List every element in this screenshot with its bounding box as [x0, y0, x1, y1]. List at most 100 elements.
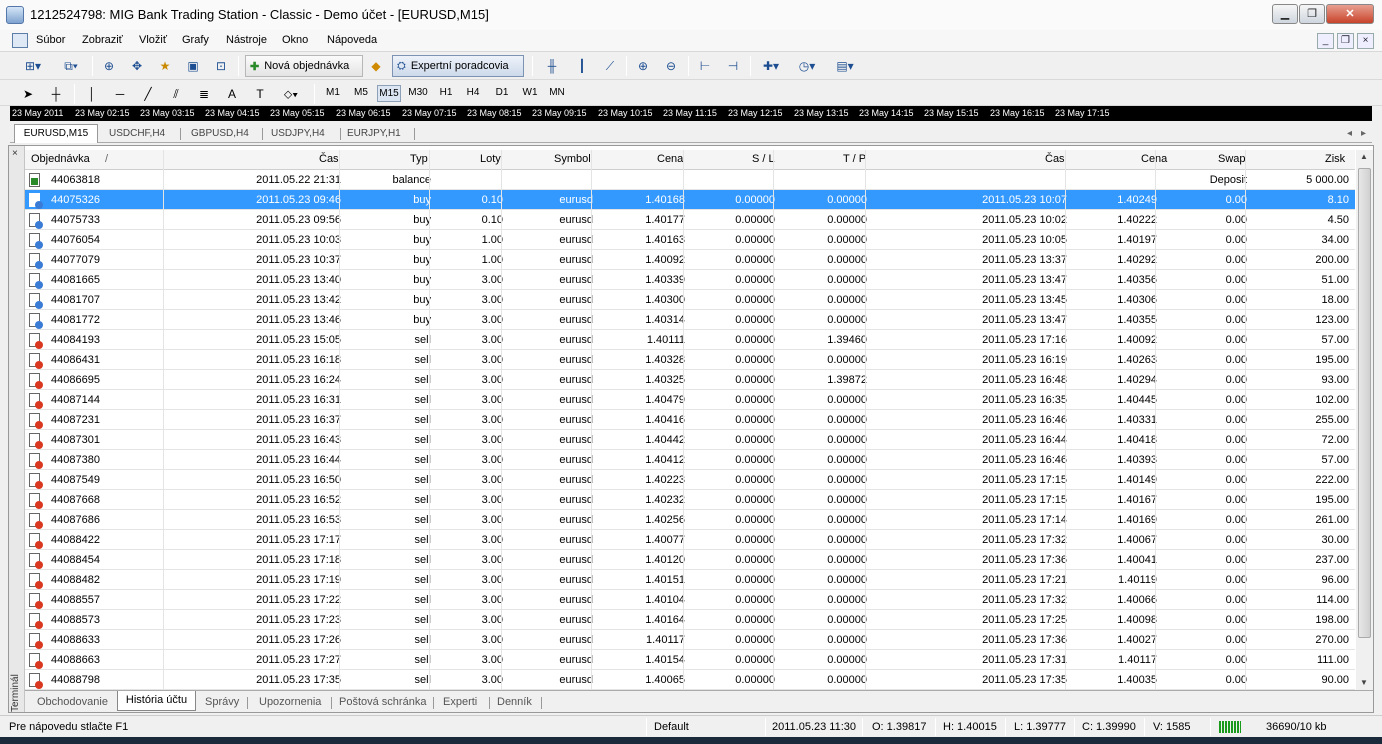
column-header-symbol[interactable]: Symbol: [554, 153, 591, 165]
profiles-icon[interactable]: ⧉▾: [56, 56, 86, 76]
scrollbar-thumb[interactable]: [1358, 168, 1371, 638]
cursor-icon[interactable]: ➤: [18, 84, 38, 104]
line-chart-icon[interactable]: ⟋: [598, 56, 622, 76]
tab-scroll-left-icon[interactable]: ◂: [1344, 126, 1355, 142]
terminal-close-icon[interactable]: ×: [12, 148, 18, 159]
menu-charts[interactable]: Grafy: [182, 34, 209, 46]
timeframe-d1[interactable]: D1: [491, 85, 513, 102]
crosshair-icon[interactable]: ┼: [46, 84, 66, 104]
new-order-button[interactable]: ✚ Nová objednávka: [245, 55, 363, 77]
chart-tab-usdjpy-h4[interactable]: USDJPY,H4: [268, 126, 328, 142]
menu-file[interactable]: Súbor: [36, 34, 65, 46]
column-header-profit[interactable]: Zisk: [1325, 153, 1345, 165]
menu-insert[interactable]: Vložiť: [139, 34, 167, 46]
tab-scroll-right-icon[interactable]: ▸: [1358, 126, 1369, 142]
scroll-down-icon[interactable]: ▼: [1360, 678, 1368, 687]
tab-account-history[interactable]: História účtu: [117, 691, 196, 711]
tab-separator: [331, 697, 332, 709]
column-header-close-time[interactable]: Čas: [1045, 153, 1065, 165]
data-window-icon[interactable]: ✥: [126, 56, 148, 76]
cell-open-price: 1.40111: [646, 334, 685, 346]
templates-icon[interactable]: ▤▾: [830, 56, 860, 76]
column-header-lots[interactable]: Loty: [480, 153, 501, 165]
column-header-type[interactable]: Typ: [410, 153, 428, 165]
chart-tab-eurusd-m15[interactable]: EURUSD,M15: [14, 124, 98, 143]
chart-tab-eurjpy-h1[interactable]: EURJPY,H1: [344, 126, 404, 142]
warning-icon[interactable]: ◆: [366, 56, 386, 76]
connection-bars-icon[interactable]: [1219, 721, 1241, 733]
tab-journal[interactable]: Denník: [493, 694, 536, 711]
horizontal-line-icon[interactable]: ─: [110, 84, 130, 104]
cell-open-time: 2011.05.23 17:23: [256, 614, 341, 626]
timeframe-m5[interactable]: M5: [350, 85, 372, 102]
column-header-stop-loss[interactable]: S / L: [752, 153, 775, 165]
zoom-in-icon[interactable]: ⊕: [632, 56, 654, 76]
minimize-icon[interactable]: ▁: [1272, 4, 1298, 24]
time-axis-label: 23 May 09:15: [532, 108, 587, 118]
market-watch-icon[interactable]: ⊕: [98, 56, 120, 76]
cell-lots: 3.00: [481, 534, 503, 546]
mdi-restore-icon[interactable]: ❐: [1337, 33, 1354, 49]
timeframe-mn[interactable]: MN: [545, 85, 569, 102]
candlestick-icon[interactable]: ┃: [570, 56, 594, 76]
cell-swap: 0.00: [1225, 474, 1247, 486]
bar-chart-icon[interactable]: ╫: [540, 56, 564, 76]
chart-shift-icon[interactable]: ⊣: [722, 56, 744, 76]
timeframe-w1[interactable]: W1: [519, 85, 541, 102]
tab-mailbox[interactable]: Poštová schránka: [335, 694, 430, 711]
chart-tab-usdchf-h4[interactable]: USDCHF,H4: [106, 126, 168, 142]
strategy-tester-icon[interactable]: ⊡: [210, 56, 232, 76]
fibonacci-icon[interactable]: ≣: [194, 84, 214, 104]
timeframe-m30[interactable]: M30: [405, 85, 431, 102]
timeframe-h1[interactable]: H1: [435, 85, 457, 102]
cell-open-price: 1.40328: [645, 354, 685, 366]
menu-help[interactable]: Nápoveda: [327, 34, 377, 46]
cell-close-time: 2011.05.23 17:36: [982, 634, 1067, 646]
sell-order-icon: [29, 593, 43, 609]
text-label-icon[interactable]: T: [250, 84, 270, 104]
auto-scroll-icon[interactable]: ⊢: [694, 56, 716, 76]
vertical-line-icon[interactable]: │: [82, 84, 102, 104]
tab-trade[interactable]: Obchodovanie: [33, 694, 112, 711]
expert-advisors-button[interactable]: ⛭ Expertní poradcovia: [392, 55, 524, 77]
column-header-open-time[interactable]: Čas: [319, 153, 339, 165]
maximize-icon[interactable]: ❐: [1299, 4, 1325, 24]
menu-view[interactable]: Zobraziť: [82, 34, 123, 46]
scroll-up-icon[interactable]: ▲: [1360, 152, 1368, 161]
cell-swap: 0.00: [1225, 574, 1247, 586]
tab-news[interactable]: Správy: [201, 694, 243, 711]
cell-lots: 3.00: [481, 654, 503, 666]
arrows-icon[interactable]: ⬦▾: [278, 84, 304, 104]
tab-experts[interactable]: Experti: [439, 694, 481, 711]
chart-tab-gbpusd-h4[interactable]: GBPUSD,H4: [188, 126, 252, 142]
menu-tools[interactable]: Nástroje: [226, 34, 267, 46]
terminal-icon[interactable]: ▣: [182, 56, 204, 76]
column-header-swap[interactable]: Swap: [1218, 153, 1246, 165]
mdi-close-icon[interactable]: ×: [1357, 33, 1374, 49]
close-icon[interactable]: ✕: [1326, 4, 1374, 24]
column-header-order[interactable]: Objednávka: [31, 153, 90, 165]
document-icon[interactable]: [12, 33, 28, 48]
menu-window[interactable]: Okno: [282, 34, 308, 46]
timeframe-h4[interactable]: H4: [462, 85, 484, 102]
mdi-minimize-icon[interactable]: _: [1317, 33, 1334, 49]
text-icon[interactable]: A: [222, 84, 242, 104]
cell-close-time: 2011.05.23 17:16: [982, 334, 1067, 346]
cell-order: 44081772: [51, 314, 100, 326]
new-chart-icon[interactable]: ⊞▾: [18, 56, 48, 76]
cell-open-time: 2011.05.23 13:42: [256, 294, 341, 306]
vertical-scrollbar[interactable]: ▲ ▼: [1356, 150, 1373, 690]
navigator-icon[interactable]: ★: [154, 56, 176, 76]
column-header-take-profit[interactable]: T / P: [843, 153, 866, 165]
zoom-out-icon[interactable]: ⊖: [660, 56, 682, 76]
column-header-open-price[interactable]: Cena: [657, 153, 683, 165]
timeframe-m1[interactable]: M1: [322, 85, 344, 102]
tab-alerts[interactable]: Upozornenia: [255, 694, 325, 711]
indicators-icon[interactable]: ✚▾: [756, 56, 786, 76]
trendline-icon[interactable]: ╱: [138, 84, 158, 104]
periods-clock-icon[interactable]: ◷▾: [792, 56, 822, 76]
cell-take-profit: 0.00000: [827, 434, 867, 446]
status-separator: [646, 718, 647, 736]
channel-icon[interactable]: ⫽: [166, 84, 186, 104]
timeframe-m15[interactable]: M15: [377, 85, 401, 102]
